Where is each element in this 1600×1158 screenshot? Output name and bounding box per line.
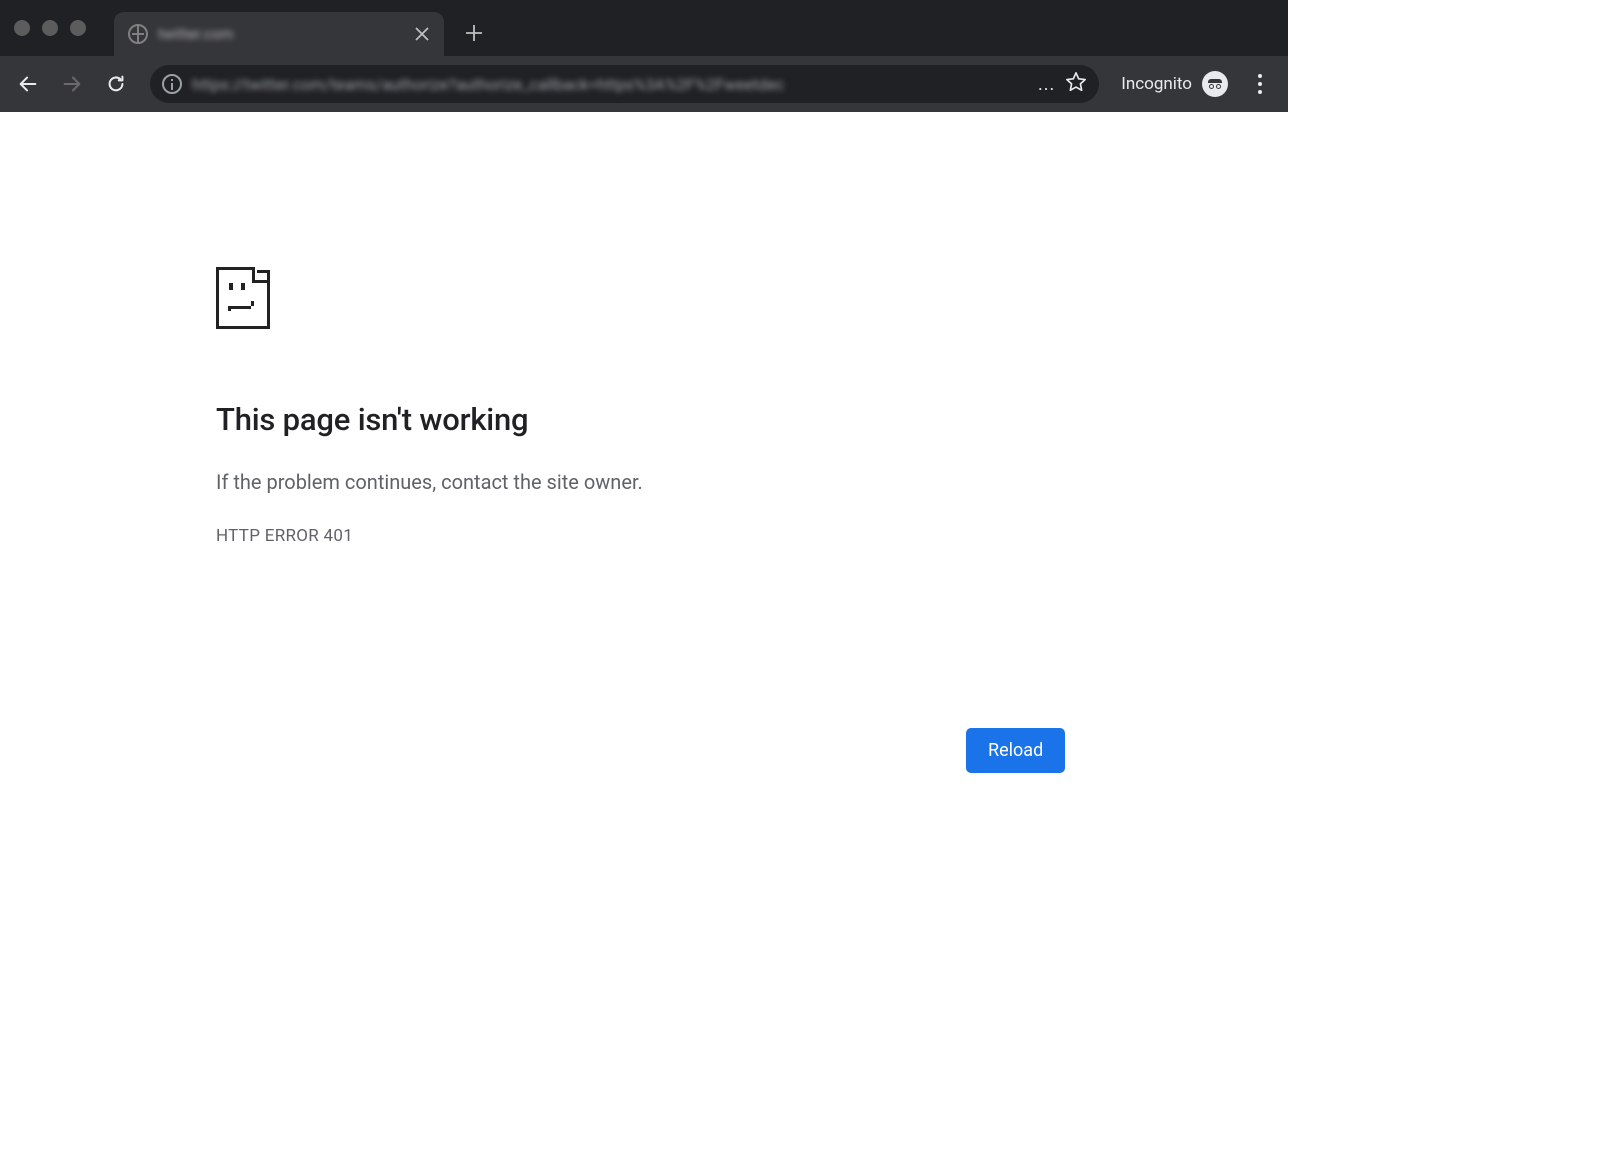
back-button[interactable] — [10, 66, 46, 102]
incognito-badge[interactable]: Incognito — [1115, 71, 1234, 97]
toolbar: https://twitter.com/teams/authorize?auth… — [0, 56, 1288, 112]
reload-page-button[interactable]: Reload — [966, 728, 1065, 773]
reload-button[interactable] — [98, 66, 134, 102]
incognito-icon — [1202, 71, 1228, 97]
maximize-window-button[interactable] — [70, 20, 86, 36]
url-truncation: ... — [1038, 74, 1055, 95]
close-tab-button[interactable] — [414, 26, 430, 42]
minimize-window-button[interactable] — [42, 20, 58, 36]
tab-strip: twitter.com — [0, 0, 1288, 56]
tab-title: twitter.com — [158, 25, 404, 43]
browser-tab[interactable]: twitter.com — [114, 12, 444, 56]
window-controls — [14, 20, 86, 36]
page-content: This page isn't working If the problem c… — [0, 112, 1288, 932]
new-tab-button[interactable] — [456, 15, 492, 51]
incognito-label: Incognito — [1121, 74, 1192, 94]
browser-chrome: twitter.com https://twitter.com/teams/au… — [0, 0, 1288, 112]
url-text: https://twitter.com/teams/authorize?auth… — [192, 75, 1028, 94]
error-message: If the problem continues, contact the si… — [216, 470, 1288, 494]
globe-icon — [128, 24, 148, 44]
sad-page-icon — [216, 267, 270, 329]
forward-button[interactable] — [54, 66, 90, 102]
address-bar[interactable]: https://twitter.com/teams/authorize?auth… — [150, 65, 1099, 103]
close-window-button[interactable] — [14, 20, 30, 36]
menu-button[interactable] — [1242, 74, 1278, 94]
site-info-icon[interactable] — [162, 74, 182, 94]
bookmark-star-icon[interactable] — [1065, 71, 1087, 97]
error-code: HTTP ERROR 401 — [216, 526, 1288, 546]
error-title: This page isn't working — [216, 401, 1288, 438]
